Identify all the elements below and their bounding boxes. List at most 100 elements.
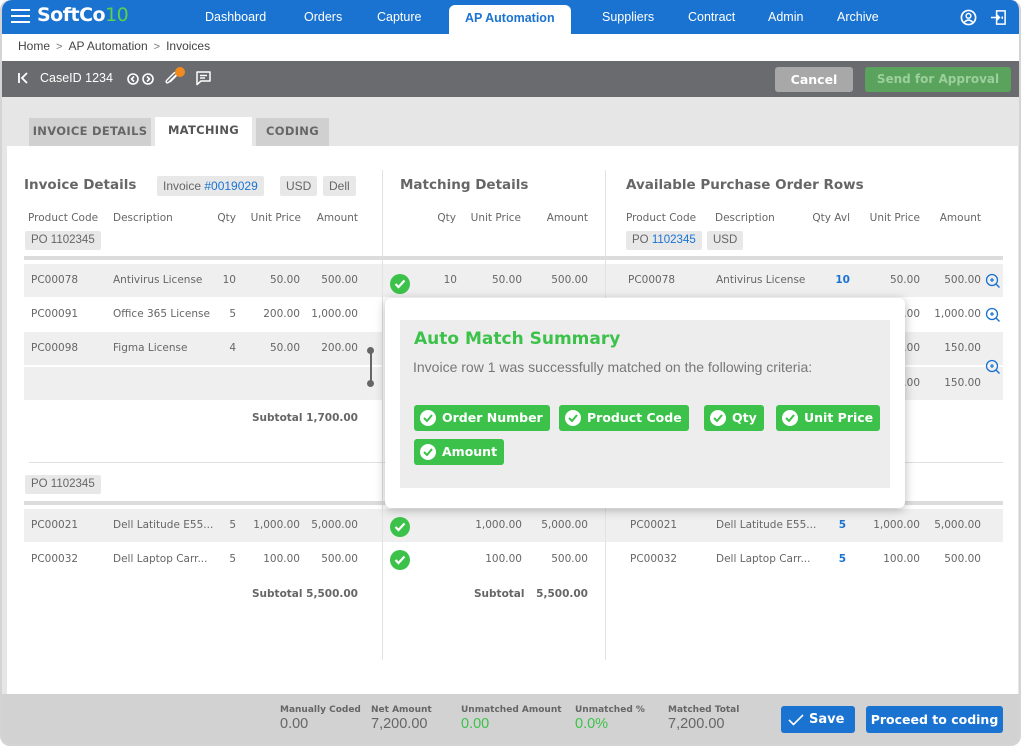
stat-label: Unmatched % <box>575 705 645 715</box>
user-circle-icon[interactable] <box>960 9 977 26</box>
row-description: Antivirus License <box>113 274 203 286</box>
nav-contract[interactable]: Contract <box>688 0 735 34</box>
row-qty: 10 <box>222 274 236 286</box>
invoice-details-title: Invoice Details <box>24 177 137 193</box>
attachment-badge <box>175 67 185 77</box>
save-button[interactable]: Save <box>781 706 855 733</box>
previous-case-icon[interactable] <box>127 73 139 85</box>
po-row[interactable]: PC00078 Antivirus License 10 50.00 500.0… <box>606 264 1003 297</box>
cancel-button[interactable]: Cancel <box>775 67 853 92</box>
nav-capture[interactable]: Capture <box>377 0 421 34</box>
po-currency-chip: USD <box>707 231 744 250</box>
po-qty-avl[interactable]: 5 <box>802 509 846 542</box>
po-amount: 500.00 <box>944 553 981 565</box>
matched-check-icon[interactable] <box>390 550 410 570</box>
check-circle-icon <box>565 410 581 426</box>
criteria-label: Qty <box>732 410 757 425</box>
auto-match-summary-body: Auto Match Summary Invoice row 1 was suc… <box>400 320 890 488</box>
col-po-unit-price: Unit Price <box>869 212 920 224</box>
invoice-row-empty[interactable] <box>24 367 382 400</box>
link-handle-dot[interactable] <box>367 347 374 354</box>
subtotal-label: Subtotal <box>252 588 303 600</box>
po-amount: 5,000.00 <box>934 519 981 531</box>
matching-details-title: Matching Details <box>400 177 529 193</box>
col-match-amount: Amount <box>546 212 588 224</box>
row-description: Dell Latitude E55... <box>113 519 214 531</box>
match-unit-price: 1,000.00 <box>475 519 522 531</box>
col-po-qty-avl: Qty Avl <box>812 212 850 224</box>
matching-row[interactable]: 100.00 500.00 <box>383 543 605 576</box>
invoice-number-chip[interactable]: Invoice #0019029 <box>157 176 264 196</box>
invoice-row[interactable]: PC00091 Office 365 License 5 200.00 1,00… <box>24 298 382 331</box>
check-circle-icon <box>420 444 436 460</box>
invoice-row[interactable]: PC00021 Dell Latitude E55... 5 1,000.00 … <box>24 509 382 542</box>
po-qty-avl[interactable]: 5 <box>802 543 846 576</box>
po-product-code: PC00032 <box>630 553 678 565</box>
logo-text: SoftCo <box>37 4 106 26</box>
collapse-back-icon[interactable] <box>17 71 31 85</box>
breadcrumb-separator: > <box>153 41 161 53</box>
col-po-product-code: Product Code <box>626 212 697 224</box>
match-amount: 500.00 <box>551 274 588 286</box>
matched-check-icon[interactable] <box>390 274 410 294</box>
row-product-code: PC00091 <box>31 308 79 320</box>
po-description: Dell Laptop Carr... <box>716 553 811 565</box>
logo[interactable]: SoftCo10 <box>37 4 129 26</box>
supplier-chip: Dell <box>323 176 356 196</box>
tab-matching[interactable]: MATCHING <box>155 117 252 147</box>
column-divider <box>382 170 383 660</box>
po-number-link[interactable]: 1102345 <box>652 234 696 246</box>
breadcrumb-ap-automation[interactable]: AP Automation <box>68 39 147 53</box>
invoice-row[interactable]: PC00032 Dell Laptop Carr... 5 100.00 500… <box>24 543 382 576</box>
table-header-divider <box>24 256 1003 260</box>
col-product-code: Product Code <box>28 212 99 224</box>
zoom-in-icon[interactable] <box>985 359 1001 375</box>
invoice-row[interactable]: PC00078 Antivirus License 10 50.00 500.0… <box>24 264 382 297</box>
match-unit-price: 50.00 <box>491 274 522 286</box>
next-case-icon[interactable] <box>142 73 154 85</box>
invoice-row[interactable]: PC00098 Figma License 4 50.00 200.00 <box>24 332 382 365</box>
po-number-chip[interactable]: PO 1102345 <box>626 231 702 250</box>
invoice-number-link[interactable]: #0019029 <box>204 179 257 193</box>
subtotal-value: 5,500.00 <box>306 588 358 600</box>
breadcrumb-home[interactable]: Home <box>18 39 50 53</box>
row-qty: 5 <box>229 519 236 531</box>
matching-row[interactable]: 10 50.00 500.00 <box>383 264 605 297</box>
po-amount: 500.00 <box>944 274 981 286</box>
matched-check-icon[interactable] <box>390 517 410 537</box>
breadcrumb: Home > AP Automation > Invoices <box>2 34 1019 61</box>
stat-value: 7,200.00 <box>668 716 725 732</box>
nav-archive[interactable]: Archive <box>837 0 879 34</box>
zoom-in-icon[interactable] <box>985 273 1001 289</box>
nav-orders[interactable]: Orders <box>304 0 342 34</box>
matching-row[interactable]: 1,000.00 5,000.00 <box>383 509 605 542</box>
check-circle-icon <box>782 410 798 426</box>
available-po-title: Available Purchase Order Rows <box>626 177 864 193</box>
case-toolbar: CaseID 1234 Cancel Send for Approval <box>2 61 1019 97</box>
po-row[interactable]: PC00021 Dell Latitude E55... 5 1,000.00 … <box>606 509 1003 542</box>
po-qty-avl[interactable]: 10 <box>802 264 850 297</box>
nav-suppliers[interactable]: Suppliers <box>602 0 654 34</box>
criteria-label: Amount <box>442 444 498 459</box>
tab-coding[interactable]: CODING <box>256 118 329 147</box>
nav-admin[interactable]: Admin <box>768 0 803 34</box>
match-amount: 5,000.00 <box>541 519 588 531</box>
send-for-approval-button[interactable]: Send for Approval <box>865 67 1011 92</box>
menu-icon[interactable] <box>11 9 30 24</box>
link-handle-dot[interactable] <box>367 380 374 387</box>
nav-ap-automation[interactable]: AP Automation <box>449 5 571 34</box>
po-row[interactable]: PC00032 Dell Laptop Carr... 5 100.00 500… <box>606 543 1003 576</box>
zoom-in-icon[interactable] <box>985 307 1001 323</box>
tab-invoice-details[interactable]: INVOICE DETAILS <box>29 118 151 147</box>
criteria-label: Unit Price <box>804 410 874 425</box>
criteria-badge-product-code: Product Code <box>559 405 689 431</box>
logout-icon[interactable] <box>990 9 1007 26</box>
proceed-to-coding-button[interactable]: Proceed to coding <box>866 706 1003 733</box>
comment-icon[interactable] <box>195 70 212 86</box>
stat-label: Net Amount <box>371 705 432 715</box>
po-unit-price: 1,000.00 <box>873 519 920 531</box>
currency-chip: USD <box>280 176 318 196</box>
nav-dashboard[interactable]: Dashboard <box>205 0 266 34</box>
row-unit-price: 50.00 <box>269 274 300 286</box>
po-prefix: PO <box>632 234 652 246</box>
